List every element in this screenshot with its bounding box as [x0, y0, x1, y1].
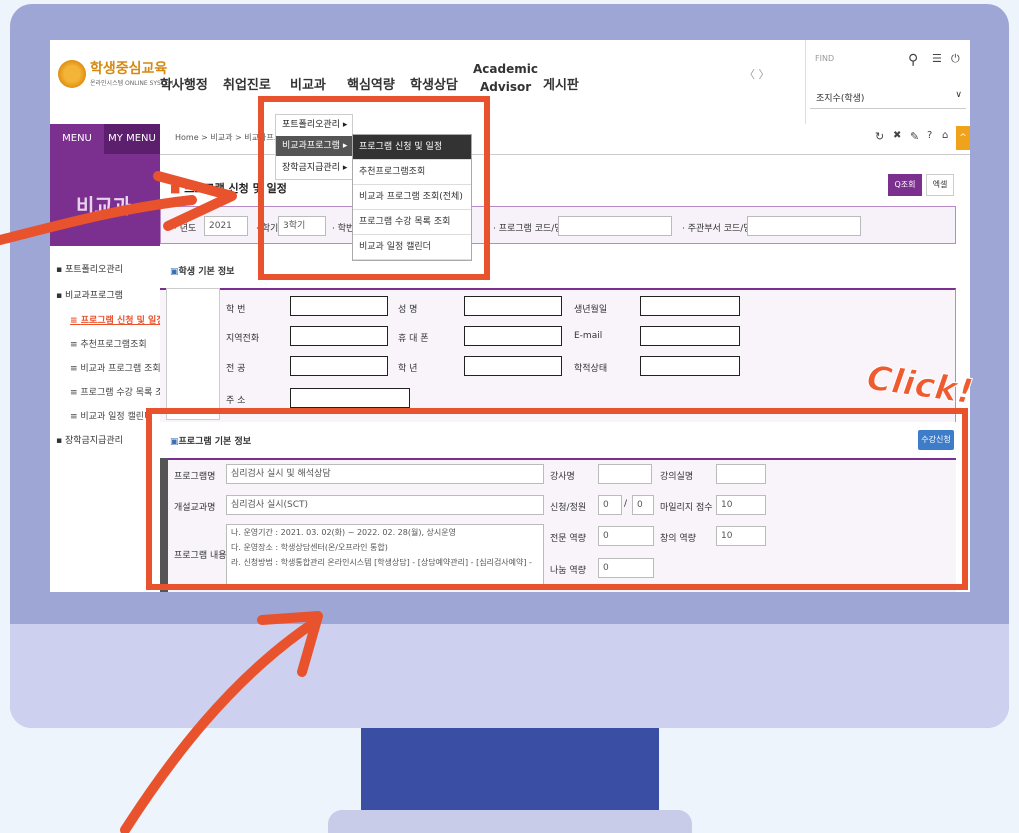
- annotation-arrows: [0, 171, 323, 833]
- arrow-to-menu: [0, 195, 197, 245]
- arrow-to-program: [120, 619, 317, 833]
